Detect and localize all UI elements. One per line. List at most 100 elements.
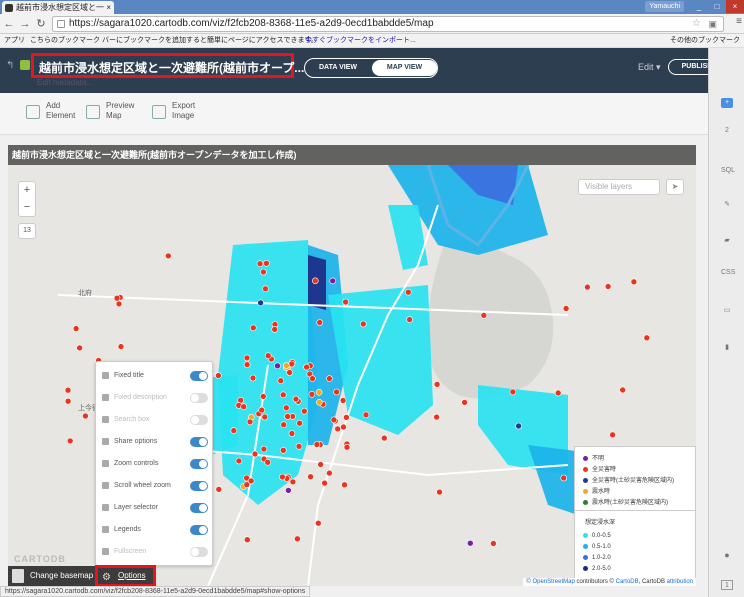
shelter-point[interactable] [307,473,314,481]
shelter-point[interactable] [292,395,300,403]
shelter-point[interactable] [246,418,254,426]
shelter-point[interactable] [333,388,340,396]
infowindow-icon[interactable]: ▰ [721,236,733,246]
option-row[interactable]: Layer selector [102,498,210,518]
shelter-point[interactable] [244,536,251,544]
shelter-point[interactable] [286,369,293,376]
shelter-point[interactable] [264,458,272,466]
shelter-point[interactable] [303,363,310,371]
shelter-point[interactable] [285,487,292,494]
shelter-point[interactable] [243,361,251,368]
shelter-point[interactable] [515,422,522,430]
shelter-point[interactable] [619,386,627,394]
shelter-point[interactable] [251,450,259,458]
shelter-point[interactable] [340,423,347,431]
option-toggle[interactable] [190,459,208,469]
option-row[interactable]: Scroll wheel zoom [102,476,210,496]
share-icon[interactable]: ➤ [666,179,684,195]
osm-link[interactable]: © OpenStreetMap [526,579,574,585]
shelter-point[interactable] [279,446,287,454]
shelter-point[interactable] [260,445,268,453]
shelter-point[interactable] [257,299,264,307]
shelter-point[interactable] [288,430,296,437]
shelter-point[interactable] [296,419,303,427]
shelter-point[interactable] [562,305,570,312]
shelter-point[interactable] [64,397,72,405]
option-toggle[interactable] [190,525,208,535]
shelter-point[interactable] [326,469,333,477]
option-toggle[interactable] [190,437,208,447]
reload-icon[interactable]: ↻ [34,16,48,32]
viz-title-highlight[interactable]: 越前市浸水想定区域と一次避難所(越前市オープ... [31,53,304,78]
shelter-point[interactable] [343,443,351,451]
shelter-point[interactable] [326,375,333,382]
shelter-point[interactable] [359,320,367,328]
shelter-point[interactable] [235,457,243,465]
shelter-point[interactable] [260,393,267,400]
shelter-point[interactable] [316,319,324,326]
shelter-point[interactable] [262,285,269,293]
shelter-point[interactable] [341,481,348,489]
shelter-point[interactable] [308,391,316,398]
layer-badge-icon[interactable]: 1 [721,580,733,590]
shelter-point[interactable] [604,283,612,290]
shelter-point[interactable] [289,478,297,486]
option-row[interactable]: Fixed title [102,366,210,386]
shelter-point[interactable] [343,414,350,421]
shelter-point[interactable] [258,406,265,414]
shelter-point[interactable] [76,344,83,352]
layer-count-icon[interactable]: 2 [721,126,733,136]
shelter-point[interactable] [314,519,322,527]
filters-icon[interactable]: ▮ [721,343,733,353]
shelter-point[interactable] [279,473,286,481]
browser-menu-icon[interactable]: ≡ [736,16,742,27]
shelter-point[interactable] [215,486,223,493]
option-row[interactable]: Search box [102,410,210,430]
back-arrow-icon[interactable]: ↰ [6,60,14,71]
shelter-point[interactable] [243,354,251,362]
tab-data-view[interactable]: DATA VIEW [305,59,371,77]
shelter-point[interactable] [461,399,468,406]
lightbulb-icon[interactable]: ● [721,550,733,560]
shelter-point[interactable] [280,421,288,429]
option-toggle[interactable] [190,371,208,381]
option-row[interactable]: Share options [102,432,210,452]
shelter-point[interactable] [294,535,301,543]
shelter-point[interactable] [609,431,616,439]
shelter-point[interactable] [334,425,342,433]
shelter-point[interactable] [584,283,591,291]
apps-link[interactable]: アプリ [4,34,25,48]
shelter-point[interactable] [311,277,319,285]
shelter-point[interactable] [240,403,247,411]
shelter-point[interactable] [82,412,89,420]
shelter-point[interactable] [277,377,285,384]
shelter-point[interactable] [630,278,638,286]
cartodb-link[interactable]: CartoDB [616,579,639,585]
shelter-point[interactable] [260,268,267,276]
shelter-point[interactable] [330,416,338,424]
shelter-point[interactable] [404,288,412,296]
close-window-icon[interactable]: × [726,0,744,13]
shelter-point[interactable] [309,375,316,382]
shelter-point[interactable] [554,389,562,397]
change-basemap-button[interactable]: Change basemap [8,566,96,586]
zoom-out-button[interactable]: − [19,199,35,216]
close-tab-icon[interactable]: × [106,1,111,14]
option-row[interactable]: Legends [102,520,210,540]
browser-tab[interactable]: 越前市浸水想定区域と一 × [2,1,114,14]
shelter-point[interactable] [264,352,272,359]
shelter-point[interactable] [215,372,222,379]
layer-selector[interactable]: Visible layers [578,179,660,195]
shelter-point[interactable] [115,300,123,308]
shelter-point[interactable] [284,413,291,420]
option-row[interactable]: Fixed description [102,388,210,408]
shelter-point[interactable] [72,325,80,332]
address-bar[interactable]: https://sagara1020.cartodb.com/viz/f2fcb… [52,16,724,32]
shelter-point[interactable] [300,407,308,415]
option-row[interactable]: Zoom controls [102,454,210,474]
extension-icon[interactable]: ▣ [708,17,717,31]
shelter-point[interactable] [165,252,172,260]
shelter-point[interactable] [362,411,370,419]
shelter-point[interactable] [282,404,290,412]
add-layer-icon[interactable]: + [721,98,733,108]
